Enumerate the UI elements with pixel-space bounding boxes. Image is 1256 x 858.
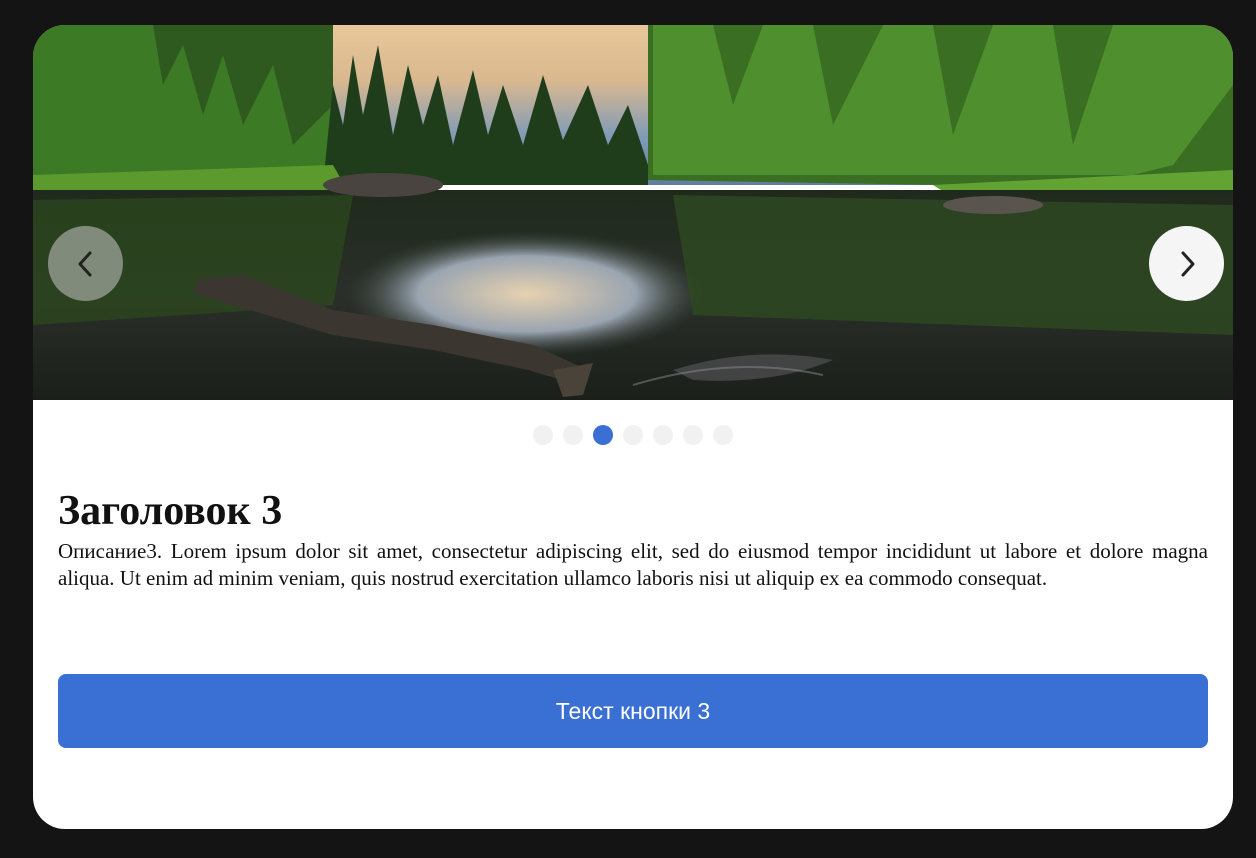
slide-dot-7[interactable] <box>713 425 733 445</box>
slide-action-button[interactable]: Текст кнопки 3 <box>58 674 1208 748</box>
slide-indicators <box>33 425 1233 445</box>
chevron-left-icon <box>78 251 91 276</box>
slide-dot-4[interactable] <box>623 425 643 445</box>
slide-title: Заголовок 3 <box>58 488 283 534</box>
chevron-right-icon <box>1181 251 1194 276</box>
next-slide-button[interactable] <box>1149 226 1224 301</box>
slider-card: Заголовок 3 Описание3. Lorem ipsum dolor… <box>33 25 1233 829</box>
slide-dot-2[interactable] <box>563 425 583 445</box>
prev-slide-button[interactable] <box>48 226 123 301</box>
slide-image <box>33 25 1233 400</box>
slide-dot-1[interactable] <box>533 425 553 445</box>
slide-dot-6[interactable] <box>683 425 703 445</box>
slide-dot-3[interactable] <box>593 425 613 445</box>
slide-description: Описание3. Lorem ipsum dolor sit amet, c… <box>58 539 1208 590</box>
slide-dot-5[interactable] <box>653 425 673 445</box>
